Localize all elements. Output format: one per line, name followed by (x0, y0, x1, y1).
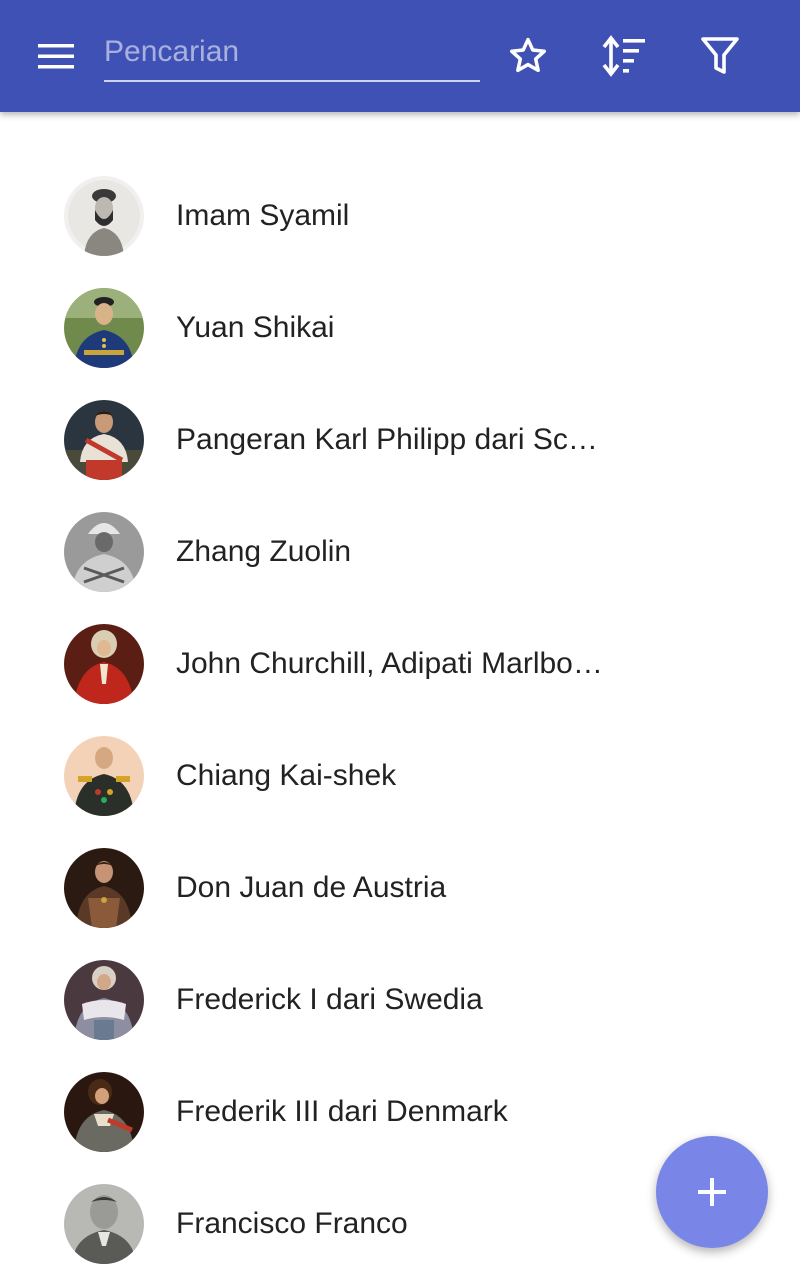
list-item-label: John Churchill, Adipati Marlbo… (176, 647, 603, 680)
search-input[interactable] (104, 24, 480, 80)
sort-button[interactable] (596, 28, 652, 84)
list-item[interactable]: Pangeran Karl Philipp dari Sc… (0, 384, 800, 496)
avatar (64, 624, 144, 704)
avatar (64, 512, 144, 592)
sort-icon (602, 35, 645, 77)
list-item[interactable]: Chiang Kai-shek (0, 720, 800, 832)
avatar (64, 288, 144, 368)
list-item-label: Frederick I dari Swedia (176, 983, 483, 1016)
avatar (64, 400, 144, 480)
plus-icon (698, 1178, 726, 1206)
list-item-label: Zhang Zuolin (176, 535, 352, 568)
list-item[interactable]: Zhang Zuolin (0, 496, 800, 608)
list-item[interactable]: Yuan Shikai (0, 272, 800, 384)
filter-button[interactable] (692, 28, 748, 84)
menu-icon (38, 44, 74, 69)
menu-button[interactable] (26, 32, 86, 80)
favorites-button[interactable] (500, 28, 556, 84)
avatar (64, 960, 144, 1040)
list-item-label: Imam Syamil (176, 199, 350, 232)
filter-icon (701, 37, 739, 74)
add-button[interactable] (656, 1136, 768, 1248)
list-item[interactable]: Imam Syamil (0, 160, 800, 272)
app-bar (0, 0, 800, 112)
star-icon (509, 37, 547, 73)
search-field (104, 24, 480, 82)
list-item-label: Yuan Shikai (176, 311, 335, 344)
list-item[interactable]: Frederick I dari Swedia (0, 944, 800, 1056)
avatar (64, 736, 144, 816)
list-item-label: Chiang Kai-shek (176, 759, 397, 792)
list-item-label: Francisco Franco (176, 1207, 408, 1240)
avatar (64, 1184, 144, 1264)
list-item-label: Don Juan de Austria (176, 871, 447, 904)
avatar (64, 1072, 144, 1152)
list-item[interactable]: John Churchill, Adipati Marlbo… (0, 608, 800, 720)
list-item-label: Pangeran Karl Philipp dari Sc… (176, 423, 598, 456)
people-list: Imam Syamil Yuan Shikai Pangeran Karl Ph… (0, 160, 800, 1280)
list-item-label: Frederik III dari Denmark (176, 1095, 508, 1128)
avatar (64, 848, 144, 928)
avatar (64, 176, 144, 256)
list-item[interactable]: Don Juan de Austria (0, 832, 800, 944)
